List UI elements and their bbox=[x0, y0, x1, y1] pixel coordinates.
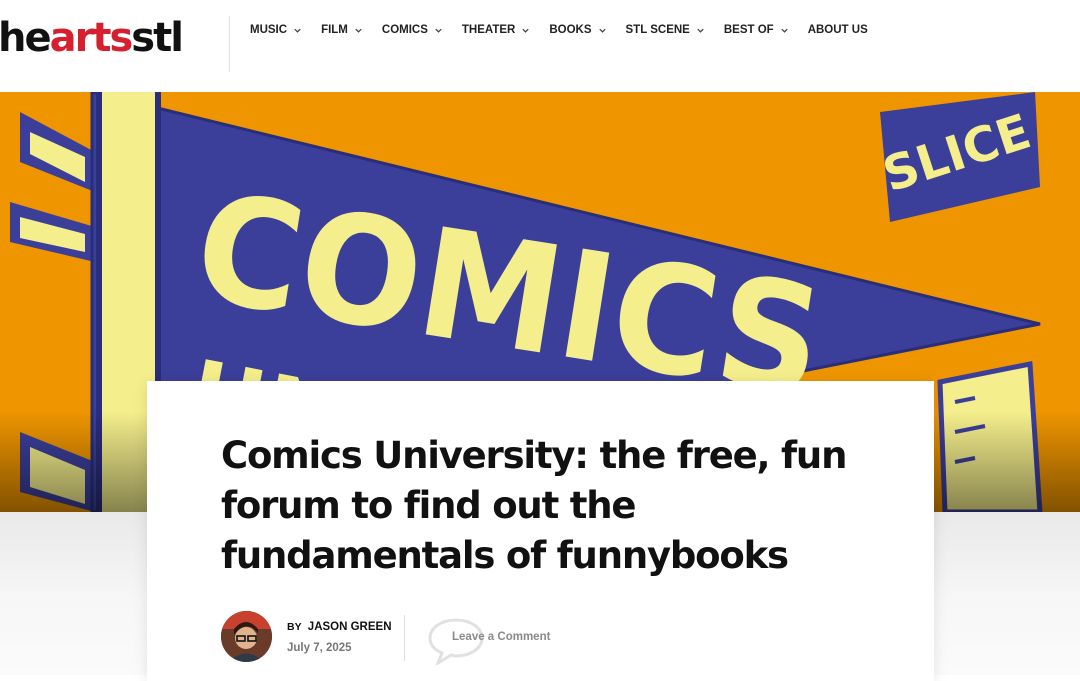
chevron-down-icon bbox=[355, 28, 362, 33]
nav-item-comics[interactable]: COMICS bbox=[382, 20, 443, 40]
leave-comment-link[interactable]: Leave a Comment bbox=[427, 617, 551, 665]
byline: BY JASON GREEN bbox=[287, 621, 392, 633]
by-prefix: BY bbox=[287, 621, 302, 633]
nav-item-music[interactable]: MUSIC bbox=[250, 20, 302, 40]
site-header: heartsstl MUSIC FILM COMICS THEATER BOOK… bbox=[0, 0, 1080, 92]
article-title: Comics University: the free, fun forum t… bbox=[221, 434, 847, 577]
chevron-down-icon bbox=[781, 28, 788, 33]
header-divider bbox=[229, 16, 230, 72]
chevron-down-icon bbox=[697, 28, 704, 33]
nav-item-label: BOOKS bbox=[549, 24, 592, 36]
logo-text-stl: stl bbox=[131, 15, 184, 61]
nav-item-best-of[interactable]: BEST OF bbox=[724, 20, 789, 40]
chevron-down-icon bbox=[294, 28, 301, 33]
nav-item-film[interactable]: FILM bbox=[321, 20, 363, 40]
author-photo bbox=[221, 611, 272, 662]
nav-item-label: BEST OF bbox=[723, 24, 774, 36]
logo-text-he: he bbox=[0, 15, 52, 61]
nav-item-label: COMICS bbox=[381, 24, 428, 36]
nav-item-books[interactable]: BOOKS bbox=[549, 20, 606, 40]
main-nav: MUSIC FILM COMICS THEATER BOOKS STL SCEN… bbox=[250, 20, 887, 40]
avatar[interactable] bbox=[221, 611, 272, 662]
nav-item-theater[interactable]: THEATER bbox=[462, 20, 530, 40]
chevron-down-icon bbox=[522, 28, 529, 33]
nav-item-about-us[interactable]: ABOUT US bbox=[808, 20, 868, 40]
logo-text-arts: arts bbox=[49, 15, 134, 61]
author-link[interactable]: JASON GREEN bbox=[308, 621, 392, 633]
nav-item-label: MUSIC bbox=[250, 24, 288, 36]
article-card: Comics University: the free, fun forum t… bbox=[147, 381, 934, 681]
chevron-down-icon bbox=[598, 28, 606, 33]
nav-item-stl-scene[interactable]: STL SCENE bbox=[626, 20, 705, 40]
publish-date: July 7, 2025 bbox=[287, 642, 352, 654]
meta-divider bbox=[404, 615, 405, 661]
chevron-down-icon bbox=[435, 28, 442, 33]
nav-item-label: FILM bbox=[321, 24, 348, 36]
nav-item-label: THEATER bbox=[461, 24, 516, 36]
leave-comment-label: Leave a Comment bbox=[452, 631, 551, 643]
site-logo[interactable]: heartsstl bbox=[0, 14, 184, 62]
nav-item-label: STL SCENE bbox=[625, 24, 690, 36]
nav-item-label: ABOUT US bbox=[807, 24, 868, 36]
